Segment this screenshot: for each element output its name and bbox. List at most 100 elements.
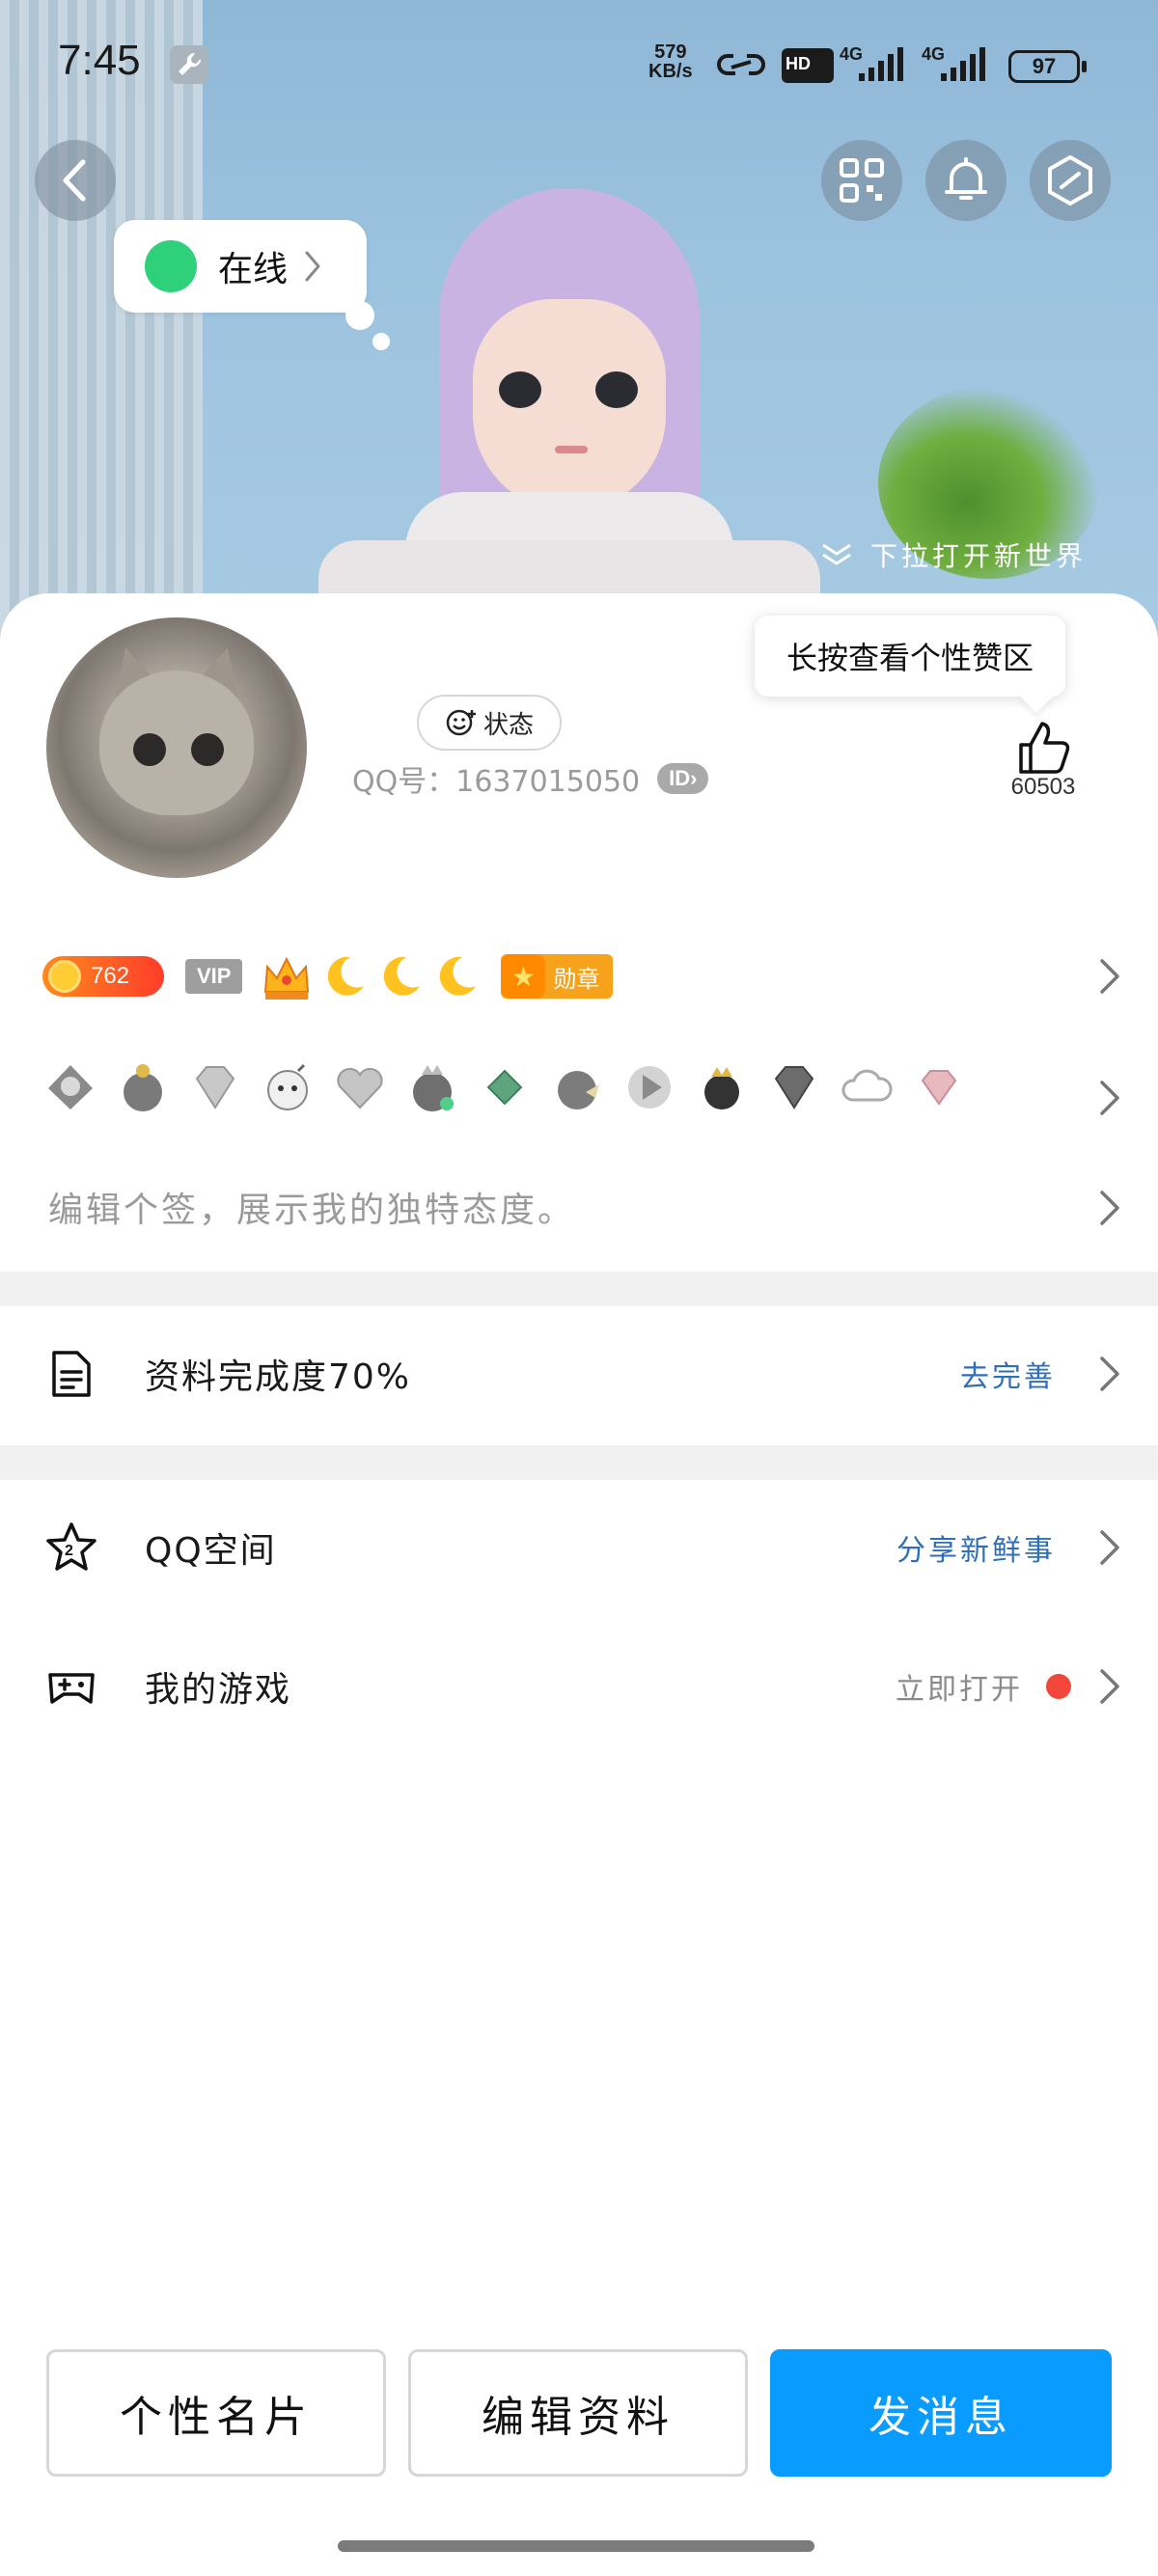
- signal-strength-icon: 4G: [922, 44, 985, 81]
- status-button-label: 状态: [482, 710, 534, 740]
- online-dot-icon: [145, 240, 197, 292]
- qq-number-text: QQ号：1637015050: [352, 765, 641, 799]
- signal-strength-icon: 4G: [840, 44, 903, 81]
- notification-dot: [1046, 1674, 1071, 1699]
- like-zone-tooltip: 长按查看个性赞区: [755, 616, 1065, 697]
- edit-profile-button[interactable]: 编辑资料: [408, 2349, 748, 2477]
- notifications-button[interactable]: [925, 140, 1006, 221]
- avatar-cat-face: [99, 671, 254, 815]
- network-speed: 579 KB/s: [648, 42, 693, 81]
- heart-gem-icon: [337, 1067, 383, 1110]
- bell-icon: [945, 157, 987, 200]
- section-divider: [0, 1272, 1158, 1306]
- online-status-selector[interactable]: 在线: [114, 220, 367, 313]
- id-badge[interactable]: ID›: [657, 763, 709, 794]
- avatar-character-eye: [595, 371, 638, 408]
- penguin-hat-icon: [124, 1064, 162, 1111]
- avatar-cat-eye: [191, 733, 224, 766]
- coin-value: 762: [91, 963, 130, 989]
- chevron-right-icon[interactable]: [1096, 1077, 1123, 1119]
- green-gem-icon: [486, 1069, 523, 1106]
- smiley-plus-icon: [446, 709, 476, 736]
- star-icon: 2: [46, 1522, 96, 1571]
- my-games-row[interactable]: 我的游戏 立即打开: [0, 1619, 1158, 1754]
- achievement-icons-row[interactable]: [42, 1054, 1027, 1121]
- play-gem-icon: [628, 1066, 671, 1109]
- diamond-icon: [195, 1066, 235, 1110]
- profile-screen: 7:45 579 KB/s HD 4G 4G 97 在线 下拉打开新世界 状态 …: [0, 0, 1158, 2576]
- back-button[interactable]: [35, 140, 116, 221]
- chevron-right-icon: [1100, 1357, 1119, 1391]
- document-icon: [52, 1351, 91, 1397]
- chevron-left-icon: [63, 159, 86, 202]
- penguin-crown-icon: [413, 1065, 454, 1111]
- medal-label: 勋章: [553, 965, 600, 993]
- profile-avatar[interactable]: [46, 617, 307, 878]
- like-count: 60503: [1010, 774, 1076, 800]
- pull-down-hint-text: 下拉打开新世界: [870, 540, 1088, 572]
- network-type-label: 4G: [840, 44, 863, 64]
- coin-badge: 762: [42, 956, 164, 997]
- section-divider: [0, 1445, 1158, 1480]
- moon-icon: [440, 956, 477, 996]
- decorate-button[interactable]: [1030, 140, 1111, 221]
- qzone-row[interactable]: 2 QQ空间 分享新鲜事: [0, 1480, 1158, 1615]
- profile-completion-row[interactable]: 资料完成度70% 去完善: [0, 1306, 1158, 1441]
- thumbs-up-icon[interactable]: [1013, 716, 1077, 780]
- status-button[interactable]: 状态: [417, 695, 562, 751]
- gamepad-icon: [48, 1673, 95, 1704]
- moon-icon: [328, 956, 365, 996]
- pink-diamond-icon: [921, 1070, 957, 1106]
- coin-icon: [48, 960, 81, 993]
- send-message-button[interactable]: 发消息: [770, 2349, 1112, 2477]
- network-speed-value: 579: [654, 41, 687, 63]
- double-chevron-down-icon: [822, 543, 851, 565]
- avatar-cat-eye: [133, 733, 166, 766]
- avatar-character-mouth: [555, 446, 588, 453]
- avatar-character-eye: [499, 371, 541, 408]
- home-indicator[interactable]: [338, 2540, 814, 2552]
- online-status-label: 在线: [218, 250, 289, 289]
- qq-number: QQ号：1637015050 ID›: [352, 757, 709, 800]
- profile-completion-action[interactable]: 去完善: [960, 1353, 1056, 1395]
- penguin-wing-icon: [558, 1071, 599, 1110]
- vip-badge: VIP: [185, 959, 243, 994]
- crown-icon: [264, 956, 310, 1000]
- avatar-character-face: [473, 299, 666, 511]
- vip-badges-row[interactable]: 762 VIP ★ 勋章: [42, 945, 1114, 1007]
- bomb-face-icon: [267, 1063, 308, 1110]
- signature-placeholder[interactable]: 编辑个签，展示我的独特态度。: [48, 1182, 575, 1232]
- my-games-action[interactable]: 立即打开: [896, 1665, 1023, 1708]
- penguin-king-icon: [704, 1067, 739, 1110]
- chevron-right-icon[interactable]: [1096, 955, 1123, 998]
- my-games-label: 我的游戏: [145, 1670, 292, 1710]
- battery-indicator: 97: [1008, 50, 1087, 83]
- chevron-right-icon[interactable]: [1096, 1187, 1123, 1229]
- status-bar: 7:45 579 KB/s HD 4G 4G 97: [0, 0, 1158, 135]
- qr-code-button[interactable]: [821, 140, 902, 221]
- chevron-right-icon: [1100, 1669, 1119, 1704]
- penguin-shield-icon: [48, 1065, 93, 1110]
- moon-icon: [384, 956, 421, 996]
- network-speed-unit: KB/s: [648, 61, 693, 82]
- qzone-label: QQ空间: [145, 1531, 277, 1571]
- chevron-right-icon: [305, 251, 320, 282]
- cloud-icon: [841, 1069, 893, 1102]
- star-icon: ★: [501, 954, 546, 999]
- wrench-icon: [170, 45, 208, 84]
- profile-card-button[interactable]: 个性名片: [46, 2349, 386, 2477]
- black-diamond-icon: [774, 1066, 814, 1110]
- qr-code-icon: [840, 158, 884, 203]
- bubble-tail-dot: [345, 301, 374, 330]
- id-badge-label: ID: [669, 766, 691, 790]
- chevron-right-icon: [1100, 1530, 1119, 1565]
- network-type-label: 4G: [922, 44, 945, 64]
- bubble-tail-dot: [372, 333, 390, 350]
- medal-badge: ★ 勋章: [501, 954, 614, 999]
- hexagon-icon: [1048, 155, 1092, 206]
- hotspot-link-icon: [717, 54, 765, 75]
- status-time: 7:45: [58, 37, 141, 84]
- qzone-action[interactable]: 分享新鲜事: [896, 1526, 1056, 1569]
- pull-down-hint: 下拉打开新世界: [820, 535, 1087, 574]
- profile-completion-label: 资料完成度70%: [145, 1357, 412, 1397]
